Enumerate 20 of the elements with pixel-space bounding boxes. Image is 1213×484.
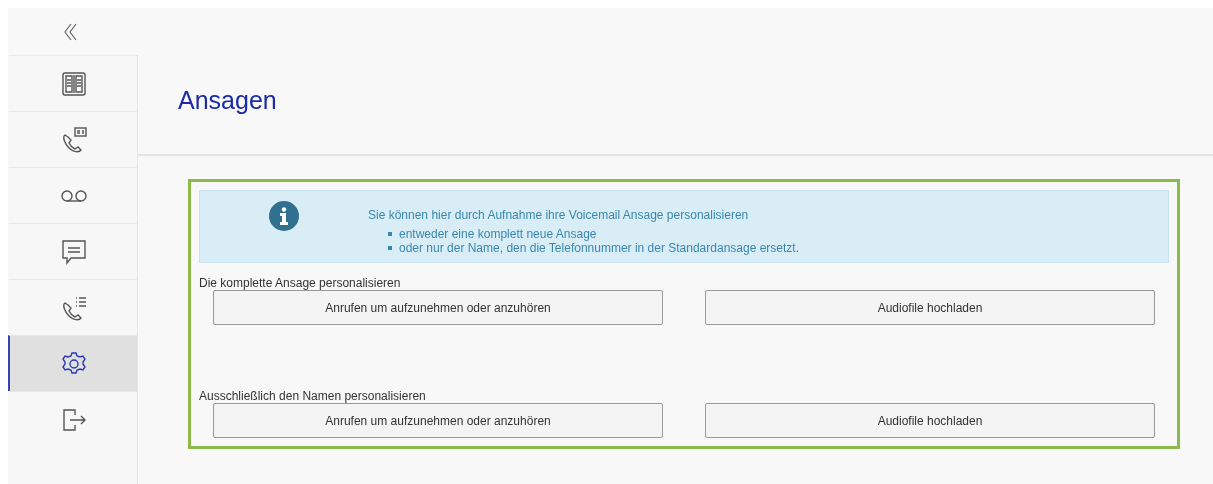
call-button[interactable]: Anrufen um aufzunehmen oder anzuhören xyxy=(213,290,663,325)
info-icon xyxy=(269,201,299,231)
page-title: Ansagen xyxy=(178,86,277,115)
logout-icon xyxy=(60,406,87,433)
info-bullet: oder nur der Name, den die Telefonnummer in der Standardansage ersetzt. xyxy=(399,241,799,255)
book-icon xyxy=(60,70,87,97)
section-label: Ausschließlich den Namen personalisieren xyxy=(199,389,427,403)
bullet-icon xyxy=(388,232,392,236)
upload-button[interactable]: Audiofile hochladen xyxy=(705,290,1155,325)
bullet-icon xyxy=(388,246,392,250)
section-label: Die komplette Ansage personalisieren xyxy=(199,276,402,290)
message-icon xyxy=(60,238,87,265)
info-bullet: entweder eine komplett neue Ansage xyxy=(399,227,597,241)
voicemail-icon xyxy=(59,188,88,203)
upload-button[interactable]: Audiofile hochladen xyxy=(705,403,1155,438)
call-button[interactable]: Anrufen um aufzunehmen oder anzuhören xyxy=(213,403,663,438)
sidebar-item[interactable] xyxy=(8,335,137,391)
info-text: Sie können hier durch Aufnahme ihre Voicemail Ansage personalisieren xyxy=(368,208,750,222)
collapse-icon[interactable] xyxy=(63,22,77,41)
settings-icon xyxy=(60,350,87,377)
